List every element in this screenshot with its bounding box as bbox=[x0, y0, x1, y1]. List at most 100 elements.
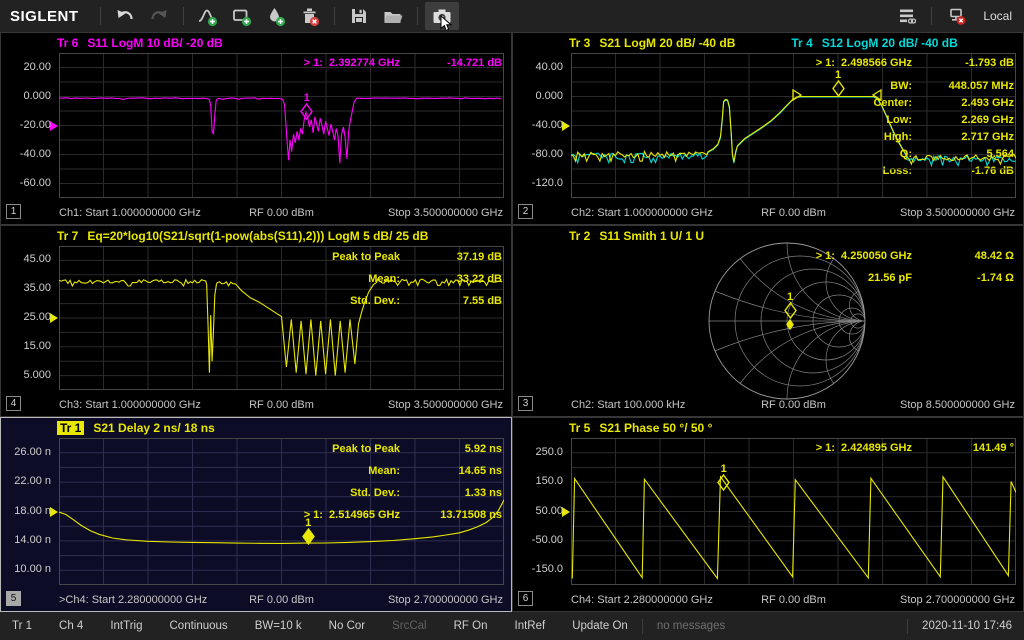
status-bar: Tr 1 Ch 4 IntTrig Continuous BW=10 k No Cor Sr… bbox=[0, 612, 1024, 640]
trace-format: S21 LogM 20 dB/ -40 dB bbox=[599, 36, 735, 50]
trace-title[interactable]: Tr 2S11 Smith 1 U/ 1 U bbox=[569, 229, 704, 243]
y-axis-label: 250.0 bbox=[513, 446, 563, 458]
add-window-button[interactable] bbox=[225, 2, 259, 30]
marker-diamond[interactable] bbox=[302, 528, 315, 550]
bandwidth-marker[interactable] bbox=[872, 88, 882, 106]
readout-label: > 1: 2.514965 GHz bbox=[304, 509, 400, 521]
readout-label: Std. Dev.: bbox=[350, 295, 400, 307]
toolbar-separator bbox=[334, 7, 335, 25]
trace-title[interactable]: Tr 1S21 Delay 2 ns/ 18 ns bbox=[57, 421, 215, 435]
readout-value: -14.721 dB bbox=[400, 57, 502, 69]
redo-button[interactable] bbox=[142, 2, 176, 30]
readout-value: 5.92 ns bbox=[400, 443, 502, 455]
readout-row: Std. Dev.:7.55 dB bbox=[350, 295, 502, 307]
layout-button[interactable] bbox=[890, 2, 924, 30]
status-separator bbox=[907, 619, 908, 634]
status-item-update-on[interactable]: Update On bbox=[572, 620, 628, 632]
readout-row: BW:448.057 MHz bbox=[890, 80, 1014, 92]
panel-6[interactable]: Tr 5S21 Phase 50 °/ 50 ° > 1: 2.424895 GH… bbox=[512, 417, 1024, 612]
window-number-badge: 5 bbox=[6, 591, 21, 606]
y-axis-label: -60.00 bbox=[1, 177, 51, 189]
trace-format: S12 LogM 20 dB/ -40 dB bbox=[822, 36, 958, 50]
readout-label: 21.56 pF bbox=[868, 272, 912, 284]
add-trace-button[interactable] bbox=[191, 2, 225, 30]
toolbar-separator bbox=[183, 7, 184, 25]
save-button[interactable] bbox=[342, 2, 376, 30]
ref-level-arrow bbox=[50, 121, 58, 131]
undo-button[interactable] bbox=[108, 2, 142, 30]
y-axis-label: 14.00 n bbox=[1, 534, 51, 546]
readout-label: Q: bbox=[900, 148, 912, 160]
trace-title[interactable]: Tr 3S21 LogM 20 dB/ -40 dBTr 4S12 LogM 2… bbox=[569, 36, 958, 50]
readout-label: > 1: 2.424895 GHz bbox=[816, 442, 912, 454]
ref-level-arrow bbox=[50, 507, 58, 517]
window-number-badge: 2 bbox=[518, 204, 533, 219]
y-axis-label: 26.00 n bbox=[1, 446, 51, 458]
delete-button[interactable] bbox=[293, 2, 327, 30]
status-item-srccal[interactable]: SrcCal bbox=[392, 620, 427, 632]
status-item-no-cor[interactable]: No Cor bbox=[329, 620, 365, 632]
panel-5[interactable]: Tr 1S21 Delay 2 ns/ 18 nsPeak to Peak5.9… bbox=[0, 417, 512, 612]
footer-stimulus-stop: Stop 2.700000000 GHz bbox=[388, 594, 503, 606]
panel-4[interactable]: Tr 7Eq=20*log10(S21/sqrt(1-pow(abs(S11),… bbox=[0, 225, 512, 417]
trace-title[interactable]: Tr 6S11 LogM 10 dB/ -20 dB bbox=[57, 36, 223, 50]
readout-value: 5.564 bbox=[912, 148, 1014, 160]
trace-format: S21 Phase 50 °/ 50 ° bbox=[599, 421, 712, 435]
y-axis-label: -40.00 bbox=[1, 148, 51, 160]
status-item-intref[interactable]: IntRef bbox=[515, 620, 546, 632]
y-axis-label: -120.0 bbox=[513, 177, 563, 189]
toolbar-separator bbox=[417, 7, 418, 25]
readout-value: 448.057 MHz bbox=[912, 80, 1014, 92]
readout-row: > 1: 4.250050 GHz48.42 Ω bbox=[816, 250, 1014, 262]
local-remote-label[interactable]: Local bbox=[983, 9, 1012, 23]
readout-value: 14.65 ns bbox=[400, 465, 502, 477]
trace-name: Tr 4 bbox=[791, 36, 812, 50]
readout-label: Std. Dev.: bbox=[350, 487, 400, 499]
readout-label: Mean: bbox=[368, 465, 400, 477]
status-item-inttrig[interactable]: IntTrig bbox=[110, 620, 142, 632]
panel-1[interactable]: Tr 6S11 LogM 10 dB/ -20 dB> 1: 2.392774 … bbox=[0, 32, 512, 225]
marker-diamond[interactable] bbox=[832, 80, 845, 102]
readout-value: 2.717 GHz bbox=[912, 131, 1014, 143]
status-item-ch-4[interactable]: Ch 4 bbox=[59, 620, 83, 632]
y-axis-label: -40.00 bbox=[513, 119, 563, 131]
marker-diamond[interactable] bbox=[717, 474, 730, 496]
readout-label: > 1: 2.498566 GHz bbox=[816, 57, 912, 69]
window-number-badge: 1 bbox=[6, 204, 21, 219]
marker-diamond[interactable] bbox=[786, 317, 794, 335]
trace-title[interactable]: Tr 5S21 Phase 50 °/ 50 ° bbox=[569, 421, 712, 435]
status-item-continuous[interactable]: Continuous bbox=[170, 620, 228, 632]
status-item-rf-on[interactable]: RF On bbox=[454, 620, 488, 632]
bandwidth-marker[interactable] bbox=[792, 88, 802, 106]
lan-error-icon bbox=[946, 6, 967, 26]
trace-name: Tr 7 bbox=[57, 229, 78, 243]
readout-row: High:2.717 GHz bbox=[884, 131, 1014, 143]
add-window-icon bbox=[231, 6, 252, 27]
marker-diamond[interactable] bbox=[300, 103, 313, 125]
status-item-bw-10-k[interactable]: BW=10 k bbox=[255, 620, 302, 632]
window-number-badge: 4 bbox=[6, 396, 21, 411]
open-button[interactable] bbox=[376, 2, 410, 30]
readout-value: 141.49 ° bbox=[912, 442, 1014, 454]
plot-grid bbox=[59, 246, 504, 390]
readout-value: 2.269 GHz bbox=[912, 114, 1014, 126]
toolbar-separator bbox=[100, 7, 101, 25]
add-marker-button[interactable] bbox=[259, 2, 293, 30]
panel-2[interactable]: Tr 3S21 LogM 20 dB/ -40 dBTr 4S12 LogM 2… bbox=[512, 32, 1024, 225]
marker-number-label: 1 bbox=[304, 92, 310, 104]
y-axis-label: -20.00 bbox=[1, 119, 51, 131]
status-message: no messages bbox=[657, 620, 725, 632]
panel-3[interactable]: Tr 2S11 Smith 1 U/ 1 U > 1: 4.250050 GHz4… bbox=[512, 225, 1024, 417]
marker-number-label: 1 bbox=[305, 517, 311, 529]
trace-title[interactable]: Tr 7Eq=20*log10(S21/sqrt(1-pow(abs(S11),… bbox=[57, 229, 428, 243]
y-axis-label: 45.00 bbox=[1, 253, 51, 265]
delete-trash-icon bbox=[299, 6, 320, 27]
status-item-tr-1[interactable]: Tr 1 bbox=[12, 620, 32, 632]
y-axis-label: 150.0 bbox=[513, 475, 563, 487]
readout-value: 7.55 dB bbox=[400, 295, 502, 307]
trace-name: Tr 1 bbox=[57, 421, 84, 435]
readout-row: Peak to Peak37.19 dB bbox=[332, 251, 502, 263]
lan-status-button[interactable] bbox=[939, 2, 973, 30]
trace-format: S11 LogM 10 dB/ -20 dB bbox=[87, 36, 222, 50]
readout-value: 37.19 dB bbox=[400, 251, 502, 263]
